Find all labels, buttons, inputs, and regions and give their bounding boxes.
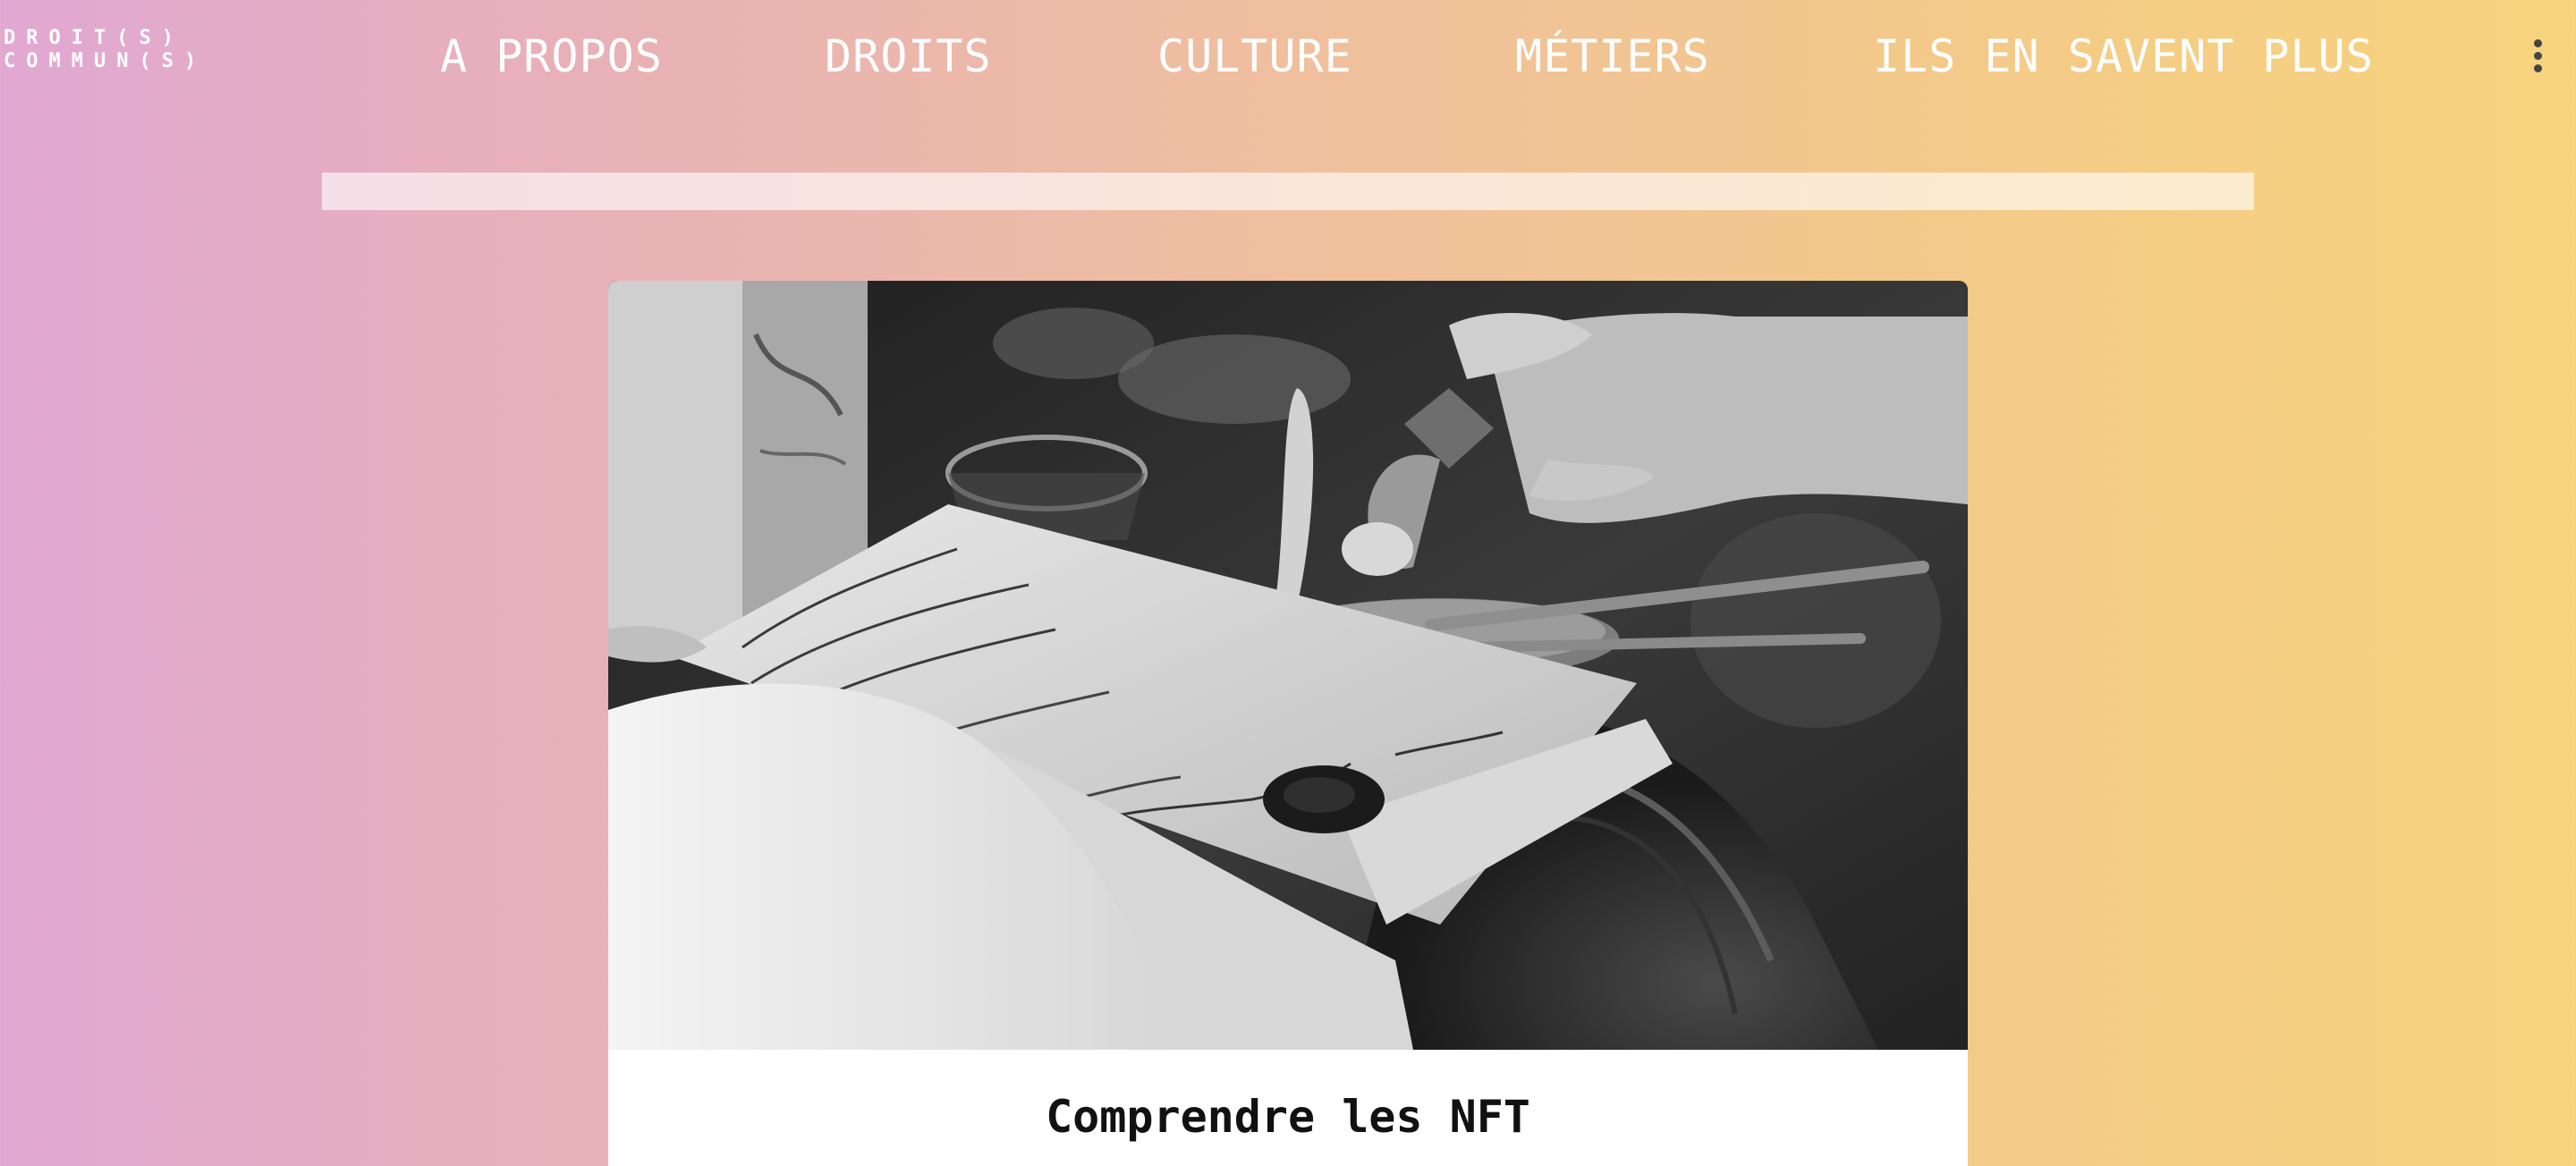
nav-item-ils-en-savent-plus[interactable]: ILS EN SAVENT PLUS	[1873, 25, 2374, 88]
more-dot	[2534, 39, 2542, 47]
nav-item-droits[interactable]: DROITS	[825, 25, 992, 88]
wax-seal-photo	[608, 281, 1968, 1050]
nav-item-metiers[interactable]: MÉTIERS	[1515, 25, 1710, 88]
nav-item-a-propos[interactable]: A PROPOS	[440, 25, 663, 88]
site-logo[interactable]: DROIT(S) COMMUN(S)	[4, 27, 272, 75]
card-image	[608, 281, 1968, 1050]
more-dot	[2534, 52, 2542, 60]
nav-item-culture[interactable]: CULTURE	[1157, 25, 1352, 88]
card-title[interactable]: Comprendre les NFT	[608, 1086, 1968, 1148]
article-card[interactable]: Comprendre les NFT	[608, 281, 1968, 1166]
search-input[interactable]	[322, 173, 2254, 210]
site-header: DROIT(S) COMMUN(S) A PROPOS DROITS CULTU…	[0, 0, 2576, 113]
more-vertical-icon[interactable]	[2522, 36, 2553, 75]
logo-line-2: COMMUN(S)	[4, 50, 208, 72]
more-dot	[2534, 64, 2542, 72]
logo-line-1: DROIT(S)	[4, 27, 184, 49]
